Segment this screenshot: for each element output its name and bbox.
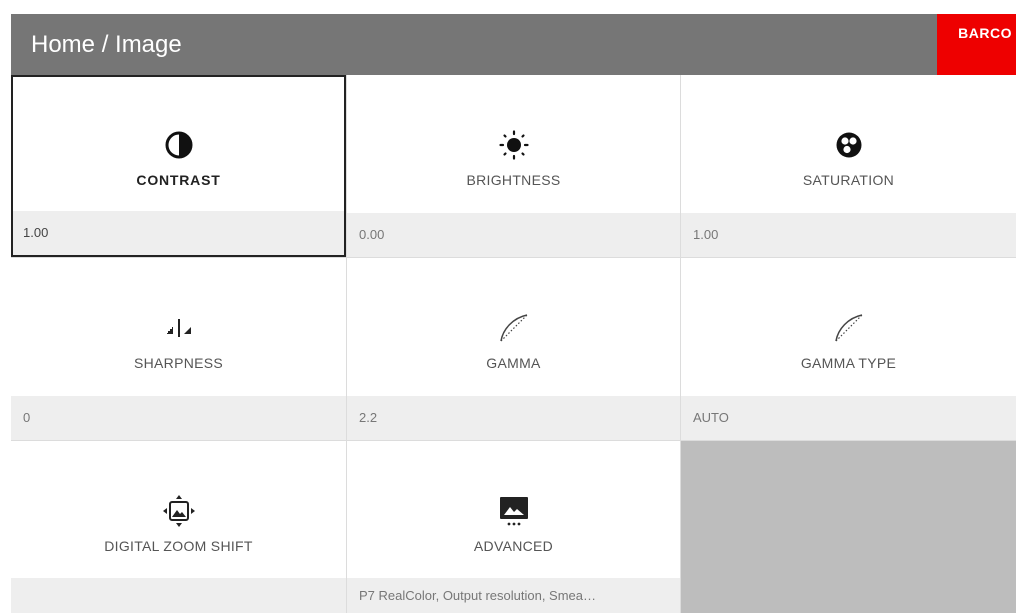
tile-value: P7 RealColor, Output resolution, Smea… xyxy=(347,578,680,613)
saturation-icon xyxy=(681,127,1016,163)
tile-gamma[interactable]: GAMMA 2.2 xyxy=(347,258,680,440)
tile-gamma-type[interactable]: GAMMA TYPE AUTO xyxy=(681,258,1016,440)
contrast-icon xyxy=(13,127,344,163)
advanced-image-icon xyxy=(347,493,680,529)
tile-label: SATURATION xyxy=(802,172,895,188)
gamma-icon xyxy=(347,310,680,346)
tile-label: BRIGHTNESS xyxy=(466,172,561,188)
tile-saturation[interactable]: SATURATION 1.00 xyxy=(681,75,1016,257)
tile-digital-zoom-shift[interactable]: DIGITAL ZOOM SHIFT xyxy=(11,441,346,613)
tile-value: 2.2 xyxy=(347,396,680,440)
tile-value: 0.00 xyxy=(347,213,680,257)
tile-contrast[interactable]: CONTRAST 1.00 xyxy=(11,75,346,257)
tile-advanced[interactable]: ADVANCED P7 RealColor, Output resolution… xyxy=(347,441,680,613)
tile-label: CONTRAST xyxy=(136,172,221,188)
tile-value: 1.00 xyxy=(13,211,344,255)
breadcrumb[interactable]: Home / Image xyxy=(31,30,182,60)
header-bar: Home / Image BARCO xyxy=(11,14,1016,75)
tile-brightness[interactable]: BRIGHTNESS 0.00 xyxy=(347,75,680,257)
tile-sharpness[interactable]: SHARPNESS 0 xyxy=(11,258,346,440)
tile-label: GAMMA TYPE xyxy=(800,355,897,371)
tile-value: 0 xyxy=(11,396,346,440)
tile-value: AUTO xyxy=(681,396,1016,440)
sharpness-icon xyxy=(11,310,346,346)
tile-value xyxy=(11,578,346,613)
tile-label: SHARPNESS xyxy=(133,355,224,371)
zoom-shift-icon xyxy=(11,493,346,529)
barco-logo: BARCO xyxy=(937,14,1016,75)
image-menu-grid: CONTRAST 1.00 BRIGHTNESS 0.00 SATURATION… xyxy=(11,75,1016,613)
tile-value: 1.00 xyxy=(681,213,1016,257)
logo-text: BARCO xyxy=(958,25,1012,41)
brightness-icon xyxy=(347,127,680,163)
tile-label: GAMMA xyxy=(486,355,541,371)
empty-tile xyxy=(681,441,1016,613)
tile-label: DIGITAL ZOOM SHIFT xyxy=(104,538,253,554)
tile-label: ADVANCED xyxy=(473,538,554,554)
gamma-icon xyxy=(681,310,1016,346)
